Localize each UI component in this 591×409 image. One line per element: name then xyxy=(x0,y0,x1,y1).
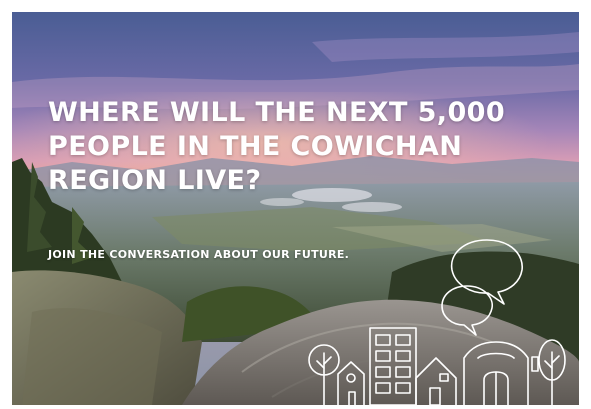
house-icon xyxy=(415,357,457,405)
headline-line-2: PEOPLE IN THE COWICHAN xyxy=(48,131,463,162)
tree-icon xyxy=(308,344,340,405)
hero-banner: WHERE WILL THE NEXT 5,000 PEOPLE IN THE … xyxy=(12,12,579,405)
tree-icon xyxy=(538,339,566,405)
tagline: JOIN THE CONVERSATION ABOUT OUR FUTURE. xyxy=(48,248,349,261)
tagline-text: JOIN THE CONVERSATION ABOUT xyxy=(48,248,263,261)
headline-line-1: WHERE WILL THE NEXT 5,000 xyxy=(48,97,506,128)
speech-bubble-icon xyxy=(441,239,523,336)
tagline-emphasis: OUR FUTURE. xyxy=(262,248,350,261)
headline: WHERE WILL THE NEXT 5,000 PEOPLE IN THE … xyxy=(48,96,568,198)
headline-line-3: REGION LIVE? xyxy=(48,165,262,196)
house-icon xyxy=(337,361,365,405)
community-line-art xyxy=(308,239,566,405)
barn-icon xyxy=(463,341,539,405)
apartment-building-icon xyxy=(369,327,417,405)
